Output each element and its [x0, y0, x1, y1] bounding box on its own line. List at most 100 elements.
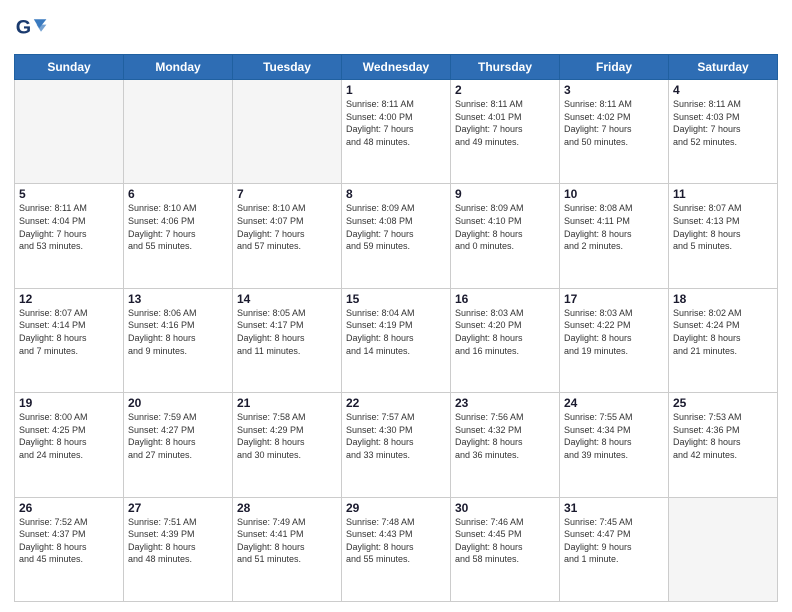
- weekday-monday: Monday: [124, 55, 233, 80]
- day-info: Sunrise: 7:49 AM Sunset: 4:41 PM Dayligh…: [237, 516, 337, 566]
- day-number: 9: [455, 187, 555, 201]
- day-number: 29: [346, 501, 446, 515]
- calendar-day-cell: 21Sunrise: 7:58 AM Sunset: 4:29 PM Dayli…: [233, 393, 342, 497]
- day-info: Sunrise: 8:03 AM Sunset: 4:20 PM Dayligh…: [455, 307, 555, 357]
- day-number: 8: [346, 187, 446, 201]
- day-info: Sunrise: 8:09 AM Sunset: 4:10 PM Dayligh…: [455, 202, 555, 252]
- calendar-day-cell: [669, 497, 778, 601]
- svg-text:G: G: [16, 17, 31, 39]
- day-info: Sunrise: 8:08 AM Sunset: 4:11 PM Dayligh…: [564, 202, 664, 252]
- day-number: 17: [564, 292, 664, 306]
- calendar-day-cell: 20Sunrise: 7:59 AM Sunset: 4:27 PM Dayli…: [124, 393, 233, 497]
- calendar-day-cell: 26Sunrise: 7:52 AM Sunset: 4:37 PM Dayli…: [15, 497, 124, 601]
- day-info: Sunrise: 7:53 AM Sunset: 4:36 PM Dayligh…: [673, 411, 773, 461]
- calendar-week-row: 12Sunrise: 8:07 AM Sunset: 4:14 PM Dayli…: [15, 288, 778, 392]
- day-info: Sunrise: 8:11 AM Sunset: 4:04 PM Dayligh…: [19, 202, 119, 252]
- day-number: 14: [237, 292, 337, 306]
- day-number: 15: [346, 292, 446, 306]
- day-info: Sunrise: 8:05 AM Sunset: 4:17 PM Dayligh…: [237, 307, 337, 357]
- day-number: 21: [237, 396, 337, 410]
- day-number: 10: [564, 187, 664, 201]
- day-number: 24: [564, 396, 664, 410]
- calendar-day-cell: 9Sunrise: 8:09 AM Sunset: 4:10 PM Daylig…: [451, 184, 560, 288]
- calendar-week-row: 26Sunrise: 7:52 AM Sunset: 4:37 PM Dayli…: [15, 497, 778, 601]
- day-info: Sunrise: 8:03 AM Sunset: 4:22 PM Dayligh…: [564, 307, 664, 357]
- weekday-friday: Friday: [560, 55, 669, 80]
- day-number: 20: [128, 396, 228, 410]
- day-number: 18: [673, 292, 773, 306]
- day-info: Sunrise: 8:11 AM Sunset: 4:00 PM Dayligh…: [346, 98, 446, 148]
- day-number: 31: [564, 501, 664, 515]
- calendar-day-cell: 23Sunrise: 7:56 AM Sunset: 4:32 PM Dayli…: [451, 393, 560, 497]
- logo: G: [14, 12, 54, 48]
- day-info: Sunrise: 7:46 AM Sunset: 4:45 PM Dayligh…: [455, 516, 555, 566]
- day-number: 4: [673, 83, 773, 97]
- day-info: Sunrise: 8:11 AM Sunset: 4:03 PM Dayligh…: [673, 98, 773, 148]
- day-info: Sunrise: 7:56 AM Sunset: 4:32 PM Dayligh…: [455, 411, 555, 461]
- calendar-day-cell: [124, 80, 233, 184]
- day-number: 2: [455, 83, 555, 97]
- weekday-header-row: SundayMondayTuesdayWednesdayThursdayFrid…: [15, 55, 778, 80]
- day-number: 11: [673, 187, 773, 201]
- calendar-day-cell: 27Sunrise: 7:51 AM Sunset: 4:39 PM Dayli…: [124, 497, 233, 601]
- day-info: Sunrise: 8:06 AM Sunset: 4:16 PM Dayligh…: [128, 307, 228, 357]
- day-info: Sunrise: 8:02 AM Sunset: 4:24 PM Dayligh…: [673, 307, 773, 357]
- day-info: Sunrise: 7:58 AM Sunset: 4:29 PM Dayligh…: [237, 411, 337, 461]
- calendar-day-cell: 31Sunrise: 7:45 AM Sunset: 4:47 PM Dayli…: [560, 497, 669, 601]
- calendar-day-cell: 3Sunrise: 8:11 AM Sunset: 4:02 PM Daylig…: [560, 80, 669, 184]
- day-info: Sunrise: 8:07 AM Sunset: 4:13 PM Dayligh…: [673, 202, 773, 252]
- weekday-thursday: Thursday: [451, 55, 560, 80]
- day-number: 13: [128, 292, 228, 306]
- day-number: 5: [19, 187, 119, 201]
- calendar-day-cell: 24Sunrise: 7:55 AM Sunset: 4:34 PM Dayli…: [560, 393, 669, 497]
- calendar-day-cell: 5Sunrise: 8:11 AM Sunset: 4:04 PM Daylig…: [15, 184, 124, 288]
- calendar-day-cell: 2Sunrise: 8:11 AM Sunset: 4:01 PM Daylig…: [451, 80, 560, 184]
- calendar-day-cell: [15, 80, 124, 184]
- calendar-day-cell: 11Sunrise: 8:07 AM Sunset: 4:13 PM Dayli…: [669, 184, 778, 288]
- day-info: Sunrise: 8:11 AM Sunset: 4:02 PM Dayligh…: [564, 98, 664, 148]
- day-info: Sunrise: 8:04 AM Sunset: 4:19 PM Dayligh…: [346, 307, 446, 357]
- weekday-wednesday: Wednesday: [342, 55, 451, 80]
- day-number: 19: [19, 396, 119, 410]
- day-number: 3: [564, 83, 664, 97]
- day-info: Sunrise: 7:45 AM Sunset: 4:47 PM Dayligh…: [564, 516, 664, 566]
- calendar-day-cell: 14Sunrise: 8:05 AM Sunset: 4:17 PM Dayli…: [233, 288, 342, 392]
- day-info: Sunrise: 8:11 AM Sunset: 4:01 PM Dayligh…: [455, 98, 555, 148]
- day-info: Sunrise: 8:00 AM Sunset: 4:25 PM Dayligh…: [19, 411, 119, 461]
- calendar-day-cell: [233, 80, 342, 184]
- calendar-day-cell: 17Sunrise: 8:03 AM Sunset: 4:22 PM Dayli…: [560, 288, 669, 392]
- calendar-day-cell: 12Sunrise: 8:07 AM Sunset: 4:14 PM Dayli…: [15, 288, 124, 392]
- day-number: 23: [455, 396, 555, 410]
- calendar-day-cell: 29Sunrise: 7:48 AM Sunset: 4:43 PM Dayli…: [342, 497, 451, 601]
- day-info: Sunrise: 7:55 AM Sunset: 4:34 PM Dayligh…: [564, 411, 664, 461]
- calendar-day-cell: 6Sunrise: 8:10 AM Sunset: 4:06 PM Daylig…: [124, 184, 233, 288]
- calendar-day-cell: 15Sunrise: 8:04 AM Sunset: 4:19 PM Dayli…: [342, 288, 451, 392]
- day-info: Sunrise: 7:57 AM Sunset: 4:30 PM Dayligh…: [346, 411, 446, 461]
- calendar-day-cell: 22Sunrise: 7:57 AM Sunset: 4:30 PM Dayli…: [342, 393, 451, 497]
- calendar-week-row: 1Sunrise: 8:11 AM Sunset: 4:00 PM Daylig…: [15, 80, 778, 184]
- day-number: 1: [346, 83, 446, 97]
- day-number: 28: [237, 501, 337, 515]
- day-info: Sunrise: 8:10 AM Sunset: 4:07 PM Dayligh…: [237, 202, 337, 252]
- page: G SundayMondayTuesdayWednesdayThursdayFr…: [0, 0, 792, 612]
- calendar-day-cell: 13Sunrise: 8:06 AM Sunset: 4:16 PM Dayli…: [124, 288, 233, 392]
- day-info: Sunrise: 7:59 AM Sunset: 4:27 PM Dayligh…: [128, 411, 228, 461]
- calendar-table: SundayMondayTuesdayWednesdayThursdayFrid…: [14, 54, 778, 602]
- weekday-sunday: Sunday: [15, 55, 124, 80]
- day-number: 30: [455, 501, 555, 515]
- day-info: Sunrise: 8:09 AM Sunset: 4:08 PM Dayligh…: [346, 202, 446, 252]
- logo-icon: G: [14, 12, 50, 48]
- calendar-day-cell: 10Sunrise: 8:08 AM Sunset: 4:11 PM Dayli…: [560, 184, 669, 288]
- day-info: Sunrise: 7:51 AM Sunset: 4:39 PM Dayligh…: [128, 516, 228, 566]
- day-info: Sunrise: 7:52 AM Sunset: 4:37 PM Dayligh…: [19, 516, 119, 566]
- day-number: 16: [455, 292, 555, 306]
- weekday-saturday: Saturday: [669, 55, 778, 80]
- calendar-day-cell: 28Sunrise: 7:49 AM Sunset: 4:41 PM Dayli…: [233, 497, 342, 601]
- calendar-day-cell: 1Sunrise: 8:11 AM Sunset: 4:00 PM Daylig…: [342, 80, 451, 184]
- calendar-week-row: 19Sunrise: 8:00 AM Sunset: 4:25 PM Dayli…: [15, 393, 778, 497]
- day-info: Sunrise: 8:10 AM Sunset: 4:06 PM Dayligh…: [128, 202, 228, 252]
- calendar-day-cell: 8Sunrise: 8:09 AM Sunset: 4:08 PM Daylig…: [342, 184, 451, 288]
- calendar-day-cell: 7Sunrise: 8:10 AM Sunset: 4:07 PM Daylig…: [233, 184, 342, 288]
- calendar-week-row: 5Sunrise: 8:11 AM Sunset: 4:04 PM Daylig…: [15, 184, 778, 288]
- header: G: [14, 10, 778, 48]
